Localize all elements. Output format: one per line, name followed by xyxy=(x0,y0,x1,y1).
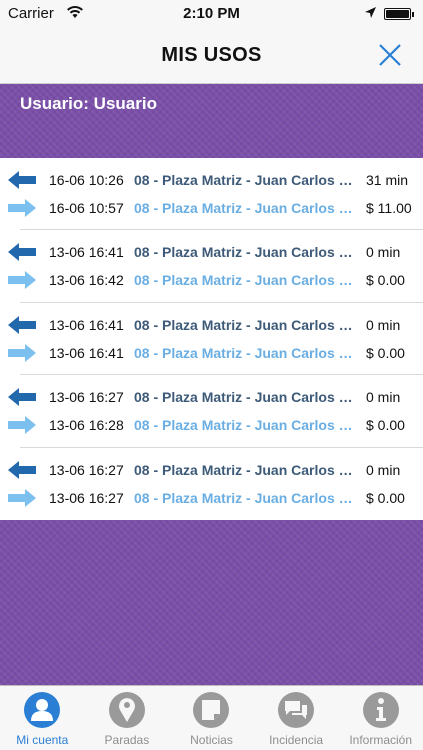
tab-label: Paradas xyxy=(104,733,150,747)
entry-arrow-icon xyxy=(8,388,36,407)
entry-arrow-icon xyxy=(8,460,36,479)
usage-date: 13-06 16:27 xyxy=(49,489,124,506)
usage-item[interactable]: 16-06 10:26 08 - Plaza Matriz - Juan Carl… xyxy=(8,158,423,231)
usage-date: 13-06 16:41 xyxy=(49,244,124,261)
usage-entry-row: 13-06 16:41 08 - Plaza Matriz - Juan Carl… xyxy=(0,238,423,266)
page-title: MIS USOS xyxy=(161,44,262,66)
usage-exit-row: 13-06 16:42 08 - Plaza Matriz - Juan Carl… xyxy=(0,266,423,294)
usage-duration: 0 min xyxy=(366,461,401,478)
usage-route: 08 - Plaza Matriz - Juan Carlos Gomez xyxy=(134,200,356,216)
chat-bubbles-icon xyxy=(278,692,315,728)
tab-chat-bubbles[interactable]: Incidencia xyxy=(254,686,339,750)
usage-cost: $ 11.00 xyxy=(366,200,412,216)
usage-item[interactable]: 13-06 16:41 08 - Plaza Matriz - Juan Carl… xyxy=(8,303,423,376)
usage-route: 08 - Plaza Matriz - Juan Carlos Gomez xyxy=(134,316,356,333)
status-bar: Carrier 2:10 PM xyxy=(0,0,423,28)
close-icon[interactable] xyxy=(377,42,403,68)
usage-entry-row: 16-06 10:26 08 - Plaza Matriz - Juan Carl… xyxy=(0,166,423,194)
navigation-bar: MIS USOS xyxy=(0,28,423,84)
tab-note[interactable]: Noticias xyxy=(169,686,254,750)
usage-route: 08 - Plaza Matriz - Juan Carlos Gomez xyxy=(134,389,356,406)
usage-date: 13-06 16:42 xyxy=(49,272,124,289)
entry-arrow-icon xyxy=(8,171,36,189)
usage-route: 08 - Plaza Matriz - Juan Carlos Gomez xyxy=(134,417,356,434)
entry-arrow-icon xyxy=(8,315,36,334)
usage-route: 08 - Plaza Matriz - Juan Carlos Gomez xyxy=(134,172,356,188)
usage-list: 16-06 10:26 08 - Plaza Matriz - Juan Carl… xyxy=(0,158,423,520)
user-label: Usuario: Usuario xyxy=(20,94,157,113)
tab-person[interactable]: Mi cuenta xyxy=(0,686,85,750)
usage-date: 16-06 10:26 xyxy=(49,172,124,188)
usage-date: 13-06 16:28 xyxy=(49,417,124,434)
usage-exit-row: 13-06 16:27 08 - Plaza Matriz - Juan Carl… xyxy=(0,484,423,512)
clock: 2:10 PM xyxy=(183,5,240,22)
usage-exit-row: 16-06 10:57 08 - Plaza Matriz - Juan Carl… xyxy=(0,194,423,222)
usage-route: 08 - Plaza Matriz - Juan Carlos Gomez xyxy=(134,272,356,289)
tab-map-pin[interactable]: Paradas xyxy=(85,686,170,750)
usage-entry-row: 13-06 16:27 08 - Plaza Matriz - Juan Carl… xyxy=(0,456,423,484)
tab-label: Noticias xyxy=(190,733,233,747)
usage-item[interactable]: 13-06 16:27 08 - Plaza Matriz - Juan Carl… xyxy=(8,375,423,448)
map-pin-icon xyxy=(108,692,145,728)
tab-label: Incidencia xyxy=(269,733,324,747)
exit-arrow-icon xyxy=(8,488,36,507)
usage-exit-row: 13-06 16:41 08 - Plaza Matriz - Juan Carl… xyxy=(0,339,423,367)
usage-route: 08 - Plaza Matriz - Juan Carlos Gomez xyxy=(134,244,356,261)
location-arrow-icon xyxy=(365,7,376,18)
person-icon xyxy=(24,692,61,728)
usage-cost: $ 0.00 xyxy=(366,489,405,506)
usage-item[interactable]: 13-06 16:41 08 - Plaza Matriz - Juan Carl… xyxy=(8,230,423,303)
tab-bar: Mi cuenta Paradas Noticias Incidencia Inform… xyxy=(0,685,423,750)
usage-duration: 0 min xyxy=(366,389,401,406)
usage-duration: 0 min xyxy=(366,316,401,333)
usage-entry-row: 13-06 16:41 08 - Plaza Matriz - Juan Carl… xyxy=(0,311,423,339)
usage-date: 13-06 16:41 xyxy=(49,316,124,333)
usage-date: 13-06 16:27 xyxy=(49,389,124,406)
usage-route: 08 - Plaza Matriz - Juan Carlos Gomez xyxy=(134,489,356,506)
exit-arrow-icon xyxy=(8,343,36,362)
usage-cost: $ 0.00 xyxy=(366,344,405,361)
usage-duration: 0 min xyxy=(366,244,401,261)
usage-cost: $ 0.00 xyxy=(366,272,405,289)
usage-item[interactable]: 13-06 16:27 08 - Plaza Matriz - Juan Carl… xyxy=(8,448,423,520)
battery-icon xyxy=(384,8,414,20)
usage-date: 13-06 16:27 xyxy=(49,461,124,478)
exit-arrow-icon xyxy=(8,271,36,290)
exit-arrow-icon xyxy=(8,416,36,435)
usage-route: 08 - Plaza Matriz - Juan Carlos Gomez xyxy=(134,344,356,361)
usage-date: 16-06 10:57 xyxy=(49,200,124,216)
note-icon xyxy=(193,692,230,728)
usage-route: 08 - Plaza Matriz - Juan Carlos Gomez xyxy=(134,461,356,478)
usage-duration: 31 min xyxy=(366,172,409,188)
entry-arrow-icon xyxy=(8,243,36,262)
tab-label: Información xyxy=(349,733,413,747)
exit-arrow-icon xyxy=(8,199,36,217)
usage-date: 13-06 16:41 xyxy=(49,344,124,361)
tab-label: Mi cuenta xyxy=(16,733,69,747)
usage-exit-row: 13-06 16:28 08 - Plaza Matriz - Juan Carl… xyxy=(0,411,423,439)
usage-entry-row: 13-06 16:27 08 - Plaza Matriz - Juan Carl… xyxy=(0,383,423,411)
usage-cost: $ 0.00 xyxy=(366,417,405,434)
info-icon xyxy=(362,692,399,728)
tab-info[interactable]: Información xyxy=(338,686,423,750)
